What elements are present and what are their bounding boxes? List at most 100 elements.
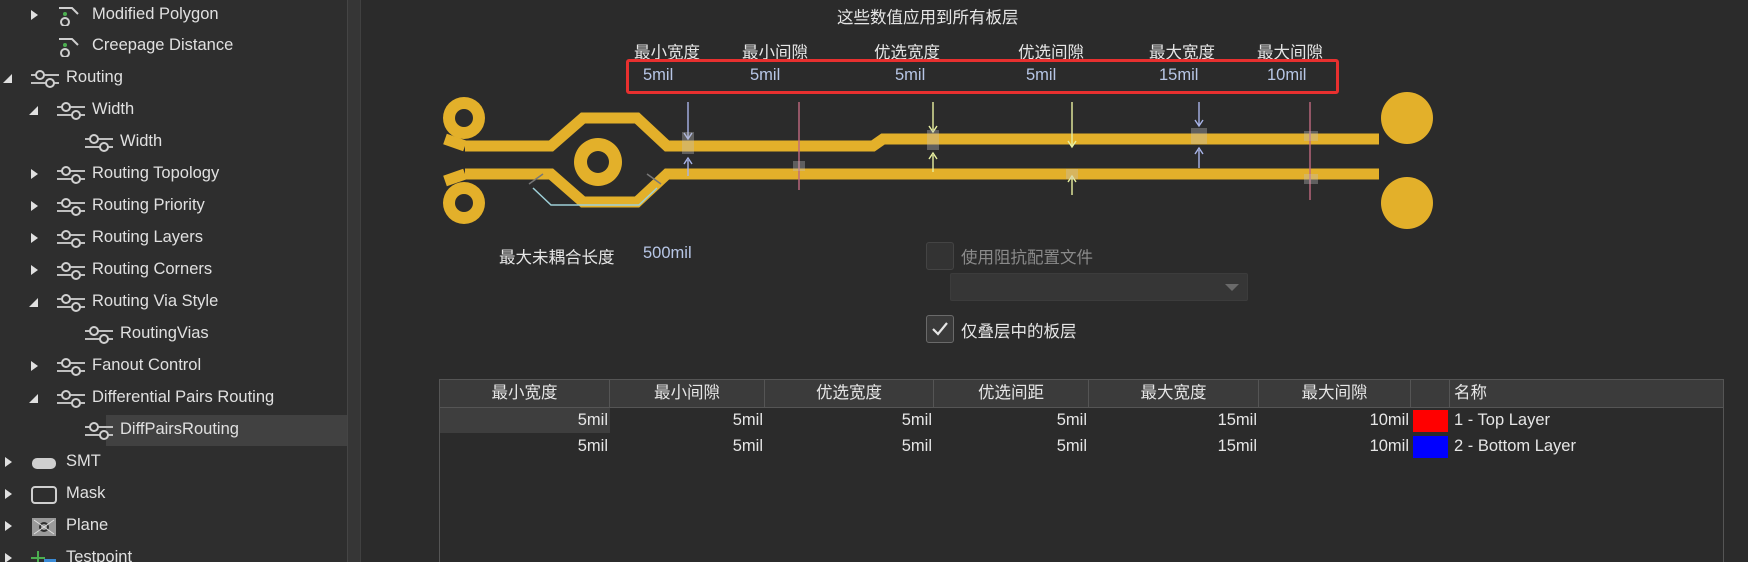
table-header: 最小宽度 最小间隙 优选宽度 优选间距 最大宽度 最大间隙 名称 <box>440 380 1723 408</box>
tree-item[interactable]: Width <box>0 95 347 126</box>
tree-item-label: RoutingVias <box>120 324 209 342</box>
cell-layer-name[interactable]: 1 - Top Layer <box>1450 408 1724 433</box>
tree-item-label: Width <box>92 100 135 118</box>
stack-layers-only-label: 仅叠层中的板层 <box>961 323 1077 341</box>
routing-rule-icon <box>57 230 85 248</box>
tree-item[interactable]: Routing Topology <box>0 159 347 190</box>
table-row[interactable]: 5mil 5mil 5mil 5mil 15mil 10mil 1 - Top … <box>440 408 1723 433</box>
col-header-pref-width[interactable]: 优选宽度 <box>765 380 934 407</box>
chevron-right-icon[interactable] <box>28 168 40 180</box>
routing-rule-icon <box>85 422 113 440</box>
layer-color-swatch <box>1413 410 1448 432</box>
polygon-rule-icon <box>59 7 79 26</box>
tree-item-label: Routing Topology <box>92 164 220 182</box>
routing-rule-icon <box>85 134 113 152</box>
tree-item[interactable]: Routing Priority <box>0 191 347 222</box>
tree-splitter[interactable] <box>348 0 360 562</box>
tree-item-label: DiffPairsRouting <box>120 420 239 438</box>
tree-item-label: Testpoint <box>66 548 133 562</box>
uncoupled-length-value[interactable]: 500mil <box>643 244 692 263</box>
tree-item[interactable]: Testpoint <box>0 543 347 562</box>
chevron-right-icon[interactable] <box>2 520 14 532</box>
chevron-down-icon <box>1225 284 1239 291</box>
routing-rule-icon <box>31 70 59 88</box>
routing-rule-icon <box>57 358 85 376</box>
col-header-name[interactable]: 名称 <box>1450 380 1724 407</box>
cell-layer-name[interactable]: 2 - Bottom Layer <box>1450 434 1724 459</box>
layer-color-swatch <box>1413 436 1448 458</box>
cell-pref-gap[interactable]: 5mil <box>934 434 1089 459</box>
tree-item[interactable]: SMT <box>0 447 347 478</box>
tree-item[interactable]: RoutingVias <box>0 319 347 350</box>
table-row[interactable]: 5mil 5mil 5mil 5mil 15mil 10mil 2 - Bott… <box>440 434 1723 459</box>
tree-item[interactable]: Modified Polygon <box>0 0 347 31</box>
tree-item[interactable]: Width <box>0 127 347 158</box>
chevron-down-icon[interactable] <box>2 72 14 84</box>
tree-item[interactable]: Differential Pairs Routing <box>0 383 347 414</box>
cell-pref-gap[interactable]: 5mil <box>934 408 1089 433</box>
tree-item[interactable]: Routing <box>0 63 347 94</box>
tree-item[interactable]: Plane <box>0 511 347 542</box>
tree-item-label: Modified Polygon <box>92 5 219 23</box>
tree-item-label: Mask <box>66 484 106 502</box>
use-impedance-profile-label: 使用阻抗配置文件 <box>961 249 1093 267</box>
tree-item[interactable]: Routing Corners <box>0 255 347 286</box>
routing-rule-icon <box>57 102 85 120</box>
tree-item-label: Routing Via Style <box>92 292 219 310</box>
cell-max-width[interactable]: 15mil <box>1089 434 1259 459</box>
chevron-right-icon[interactable] <box>2 488 14 500</box>
tree-item-label: Differential Pairs Routing <box>92 388 275 406</box>
polygon-rule-icon <box>59 38 79 57</box>
tree-item[interactable]: Routing Via Style <box>0 287 347 318</box>
tree-item-label: SMT <box>66 452 101 470</box>
cell-pref-width[interactable]: 5mil <box>765 434 934 459</box>
stack-layers-only-checkbox[interactable] <box>926 315 954 343</box>
chevron-right-icon[interactable] <box>2 552 14 562</box>
routing-rule-icon <box>57 262 85 280</box>
cell-pref-width[interactable]: 5mil <box>765 408 934 433</box>
tree-item-label: Plane <box>66 516 109 534</box>
rule-editor-panel: 这些数值应用到所有板层 最小宽度 最小间隙 优选宽度 优选间隙 最大宽度 最大间… <box>361 0 1748 562</box>
col-header-color[interactable] <box>1411 380 1450 407</box>
routing-rule-icon <box>57 294 85 312</box>
cell-max-gap[interactable]: 10mil <box>1259 434 1411 459</box>
chevron-right-icon[interactable] <box>28 9 40 21</box>
uncoupled-length-label: 最大未耦合长度 <box>499 249 615 267</box>
chevron-down-icon[interactable] <box>28 296 40 308</box>
tree-item-label: Routing Priority <box>92 196 205 214</box>
chevron-right-icon[interactable] <box>28 200 40 212</box>
routing-rule-icon <box>85 326 113 344</box>
chevron-down-icon[interactable] <box>28 392 40 404</box>
checkmark-icon <box>932 322 948 336</box>
tree-item-label: Routing <box>66 68 123 86</box>
chevron-down-icon[interactable] <box>28 104 40 116</box>
col-header-max-gap[interactable]: 最大间隙 <box>1259 380 1411 407</box>
cell-max-gap[interactable]: 10mil <box>1259 408 1411 433</box>
chevron-right-icon[interactable] <box>28 264 40 276</box>
tree-item[interactable]: Routing Layers <box>0 223 347 254</box>
cell-min-gap[interactable]: 5mil <box>610 434 765 459</box>
routing-rule-icon <box>57 198 85 216</box>
cell-min-width[interactable]: 5mil <box>440 408 610 433</box>
tree-item-label: Routing Layers <box>92 228 203 246</box>
cell-min-gap[interactable]: 5mil <box>610 408 765 433</box>
col-header-min-width[interactable]: 最小宽度 <box>440 380 610 407</box>
col-header-max-width[interactable]: 最大宽度 <box>1089 380 1259 407</box>
tree-item[interactable]: Mask <box>0 479 347 510</box>
chevron-right-icon[interactable] <box>28 232 40 244</box>
tree-item[interactable]: DiffPairsRouting <box>0 415 347 446</box>
chevron-right-icon[interactable] <box>28 360 40 372</box>
col-header-pref-gap[interactable]: 优选间距 <box>934 380 1089 407</box>
tree-item[interactable]: Fanout Control <box>0 351 347 382</box>
chevron-right-icon[interactable] <box>2 456 14 468</box>
layer-values-table: 最小宽度 最小间隙 优选宽度 优选间距 最大宽度 最大间隙 名称 5mil 5m… <box>439 379 1724 562</box>
plane-icon <box>32 518 56 536</box>
tree-item-label: Creepage Distance <box>92 36 234 54</box>
cell-min-width[interactable]: 5mil <box>440 434 610 459</box>
use-impedance-profile-checkbox[interactable] <box>926 242 954 270</box>
col-header-min-gap[interactable]: 最小间隙 <box>610 380 765 407</box>
tree-item[interactable]: Creepage Distance <box>0 31 347 62</box>
impedance-profile-combo[interactable] <box>950 273 1248 301</box>
cell-max-width[interactable]: 15mil <box>1089 408 1259 433</box>
tree-item-label: Routing Corners <box>92 260 213 278</box>
